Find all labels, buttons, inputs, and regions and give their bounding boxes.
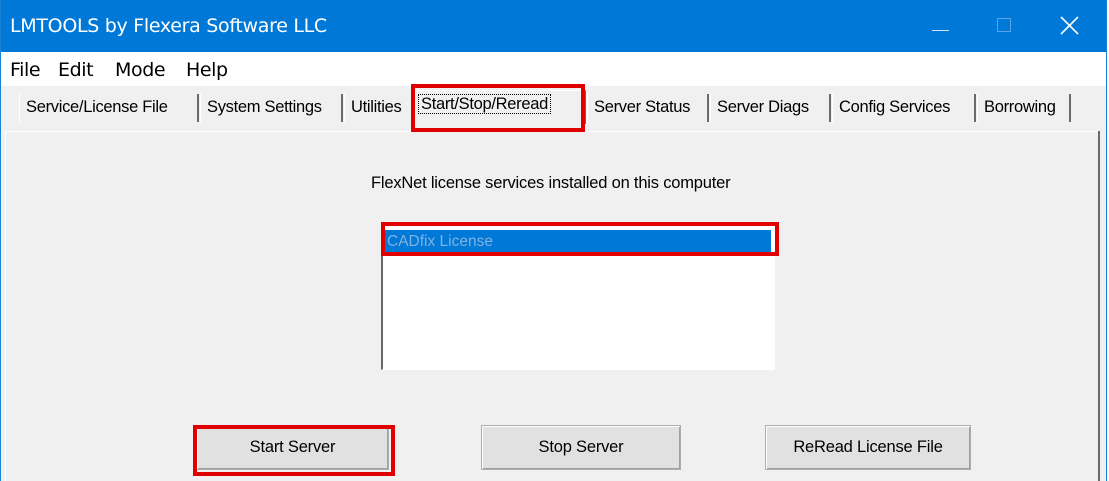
minimize-button[interactable] [911,0,973,52]
tab-label: Borrowing [984,98,1056,116]
title-bar[interactable]: LMTOOLS by Flexera Software LLC [1,0,1106,52]
menu-edit[interactable]: Edit [58,59,94,81]
panel-right-border [1098,131,1100,481]
services-listbox[interactable]: CADfix License [381,222,775,370]
minimize-icon [932,30,949,31]
menu-file[interactable]: File [10,59,41,81]
tab-strip: Service/License File System Settings Uti… [1,86,1106,131]
services-caption: FlexNet license services installed on th… [371,174,731,192]
close-icon [1060,16,1079,35]
maximize-icon [997,18,1011,32]
panel-top-border [5,131,1098,132]
tab-label: Server Status [594,98,691,116]
maximize-button[interactable] [973,0,1035,52]
menu-help[interactable]: Help [186,59,228,81]
tab-config-services[interactable]: Config Services [832,94,976,122]
menu-bar: File Edit Mode Help [1,52,1106,86]
tab-label: Service/License File [26,98,168,116]
tab-borrowing[interactable]: Borrowing [977,94,1071,122]
close-button[interactable] [1041,0,1103,52]
tab-label: System Settings [207,98,322,116]
menu-mode[interactable]: Mode [115,59,166,81]
panel-left-border [5,131,6,481]
tab-label: Start/Stop/Reread [418,94,551,114]
tab-system-settings[interactable]: System Settings [200,94,343,122]
tab-server-status[interactable]: Server Status [587,94,709,122]
window-title: LMTOOLS by Flexera Software LLC [10,15,327,37]
tab-start-stop-reread[interactable]: Start/Stop/Reread [414,90,586,124]
lmtools-window: LMTOOLS by Flexera Software LLC File Edi… [0,0,1107,481]
tab-label: Server Diags [717,98,809,116]
reread-license-file-button[interactable]: ReRead License File [765,425,971,470]
tab-label: Utilities [351,98,402,116]
start-server-button[interactable]: Start Server [196,425,389,470]
tab-label: Config Services [839,98,951,116]
tab-server-diags[interactable]: Server Diags [710,94,831,122]
stop-server-button[interactable]: Stop Server [481,425,681,470]
tab-service-license-file[interactable]: Service/License File [19,94,199,122]
list-item-cadfix-license[interactable]: CADfix License [385,230,771,254]
tab-utilities[interactable]: Utilities [344,94,414,122]
